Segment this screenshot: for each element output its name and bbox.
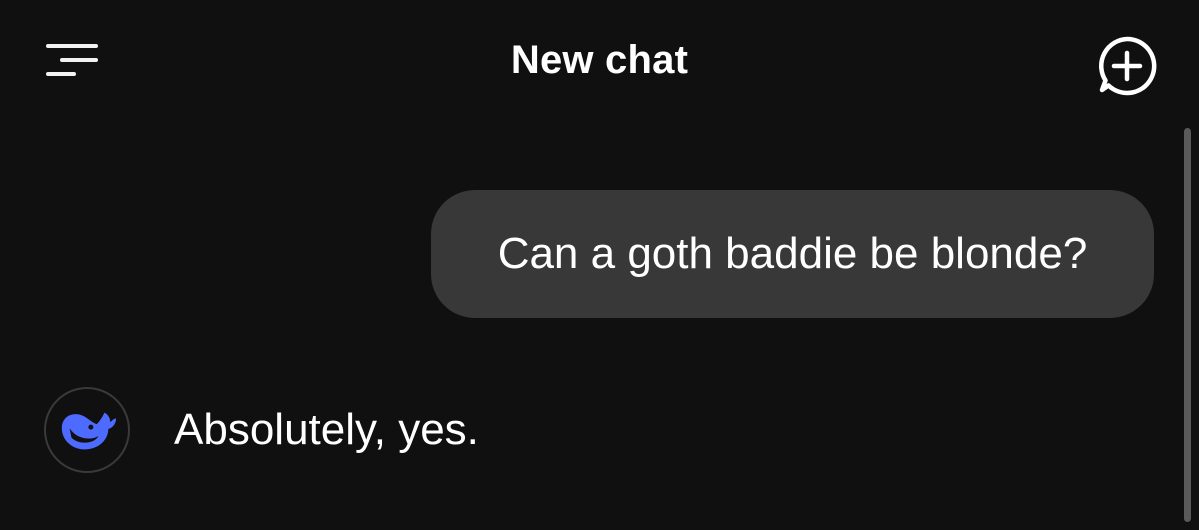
assistant-avatar bbox=[44, 387, 130, 473]
user-message-text: Can a goth baddie be blonde? bbox=[497, 229, 1088, 278]
page-title: New chat bbox=[510, 38, 689, 82]
new-chat-button[interactable] bbox=[1094, 33, 1160, 99]
new-chat-plus-bubble-icon bbox=[1099, 36, 1157, 96]
assistant-message-text: Absolutely, yes. bbox=[174, 405, 479, 454]
user-message-bubble: Can a goth baddie be blonde? bbox=[431, 190, 1154, 318]
assistant-message: Absolutely, yes. bbox=[44, 384, 479, 476]
chat-screen: New chat Can a goth baddie be blonde? Ab… bbox=[0, 0, 1199, 530]
top-bar: New chat bbox=[0, 0, 1199, 125]
scrollbar[interactable] bbox=[1184, 128, 1191, 522]
whale-logo-icon bbox=[61, 412, 117, 450]
